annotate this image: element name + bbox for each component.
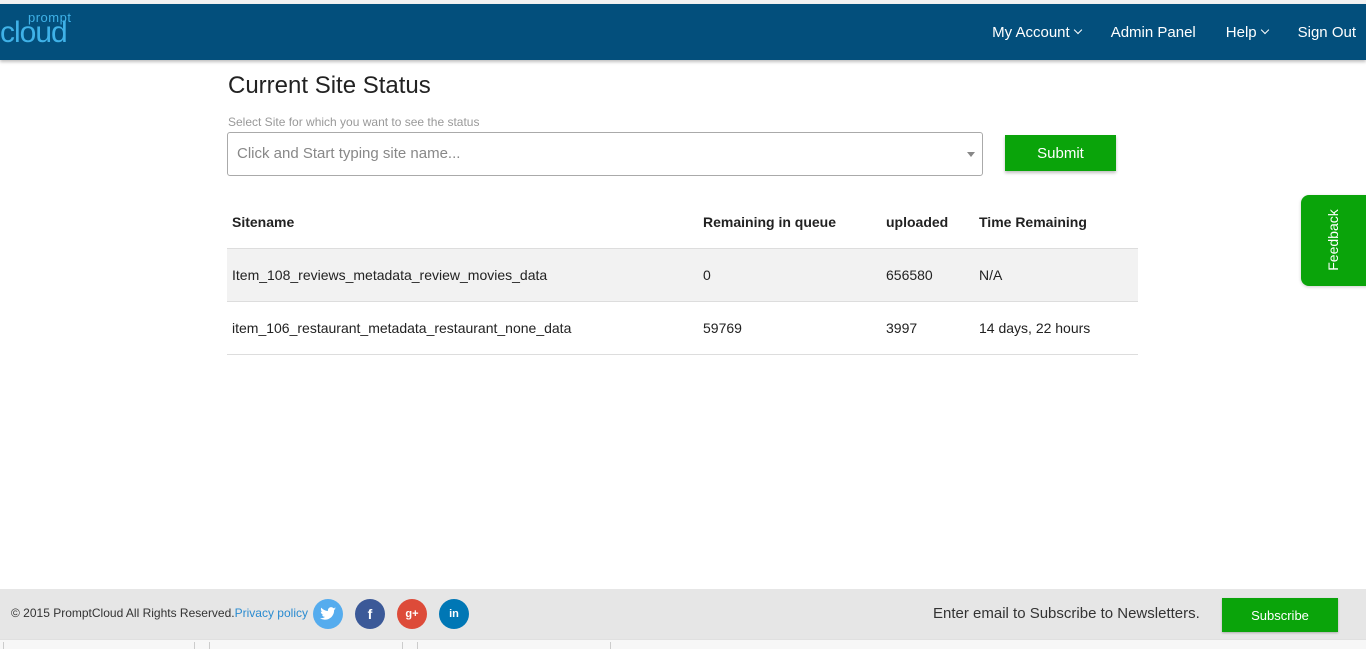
- feedback-label: Feedback: [1325, 209, 1341, 271]
- site-status-table: Sitename Remaining in queue uploaded Tim…: [227, 196, 1138, 355]
- linkedin-glyph: in: [449, 608, 459, 620]
- column-header-remaining: Remaining in queue: [698, 196, 881, 249]
- cell-sitename: item_106_restaurant_metadata_restaurant_…: [227, 301, 698, 355]
- column-header-time-remaining: Time Remaining: [974, 196, 1138, 249]
- bottom-segment: [3, 642, 195, 649]
- page-title: Current Site Status: [228, 72, 431, 99]
- copyright: © 2015 PromptCloud All Rights Reserved.P…: [11, 606, 308, 620]
- nav-admin-panel[interactable]: Admin Panel: [1111, 24, 1196, 41]
- submit-button[interactable]: Submit: [1005, 135, 1116, 171]
- bottom-strip: [0, 639, 1366, 649]
- cell-time-remaining: 14 days, 22 hours: [974, 301, 1138, 355]
- feedback-tab[interactable]: Feedback: [1301, 195, 1366, 286]
- bottom-segment: [209, 642, 403, 649]
- table-row: Item_108_reviews_metadata_review_movies_…: [227, 248, 1138, 302]
- facebook-glyph: f: [367, 606, 373, 622]
- column-header-uploaded: uploaded: [881, 196, 974, 249]
- google-plus-glyph: g+: [405, 608, 419, 620]
- table-header-row: Sitename Remaining in queue uploaded Tim…: [227, 196, 1138, 249]
- promptcloud-logo[interactable]: prompt cloud: [0, 10, 82, 50]
- twitter-bird-icon: [320, 607, 336, 620]
- cell-time-remaining: N/A: [974, 248, 1138, 302]
- privacy-policy-link[interactable]: Privacy policy: [235, 606, 308, 620]
- cell-uploaded: 656580: [881, 248, 974, 302]
- chevron-down-icon: [1260, 25, 1269, 35]
- nav-admin-panel-label: Admin Panel: [1110, 23, 1196, 41]
- cell-uploaded: 3997: [881, 301, 974, 355]
- navbar: prompt cloud My Account Admin Panel Help…: [0, 4, 1366, 60]
- caret-down-icon: [967, 152, 975, 157]
- google-plus-icon[interactable]: g+: [397, 599, 427, 629]
- logo-main-text: cloud: [0, 16, 68, 49]
- nav-help[interactable]: Help: [1225, 23, 1269, 41]
- column-header-sitename: Sitename: [227, 196, 698, 249]
- subscribe-button[interactable]: Subscribe: [1222, 598, 1338, 632]
- newsletter-text: Enter email to Subscribe to Newsletters.: [933, 605, 1200, 622]
- linkedin-icon[interactable]: in: [439, 599, 469, 629]
- bottom-segment: [417, 642, 611, 649]
- nav-help-label: Help: [1225, 23, 1257, 41]
- site-select-placeholder: Click and Start typing site name...: [237, 145, 461, 162]
- chevron-down-icon: [1073, 25, 1082, 35]
- site-select-helper: Select Site for which you want to see th…: [228, 115, 480, 129]
- cell-remaining: 0: [698, 248, 881, 302]
- cell-remaining: 59769: [698, 301, 881, 355]
- site-select[interactable]: Click and Start typing site name...: [227, 132, 983, 176]
- cell-sitename: Item_108_reviews_metadata_review_movies_…: [227, 248, 698, 302]
- nav-my-account-label: My Account: [992, 23, 1070, 41]
- table-row: item_106_restaurant_metadata_restaurant_…: [227, 301, 1138, 355]
- nav-sign-out-label: Sign Out: [1297, 23, 1356, 41]
- nav-sign-out[interactable]: Sign Out: [1298, 24, 1356, 41]
- main-nav: My Account Admin Panel Help Sign Out: [992, 4, 1366, 60]
- footer: © 2015 PromptCloud All Rights Reserved.P…: [0, 589, 1366, 639]
- twitter-icon[interactable]: [313, 599, 343, 629]
- nav-my-account[interactable]: My Account: [992, 23, 1082, 41]
- copyright-text: © 2015 PromptCloud All Rights Reserved.: [11, 606, 235, 620]
- facebook-icon[interactable]: f: [355, 599, 385, 629]
